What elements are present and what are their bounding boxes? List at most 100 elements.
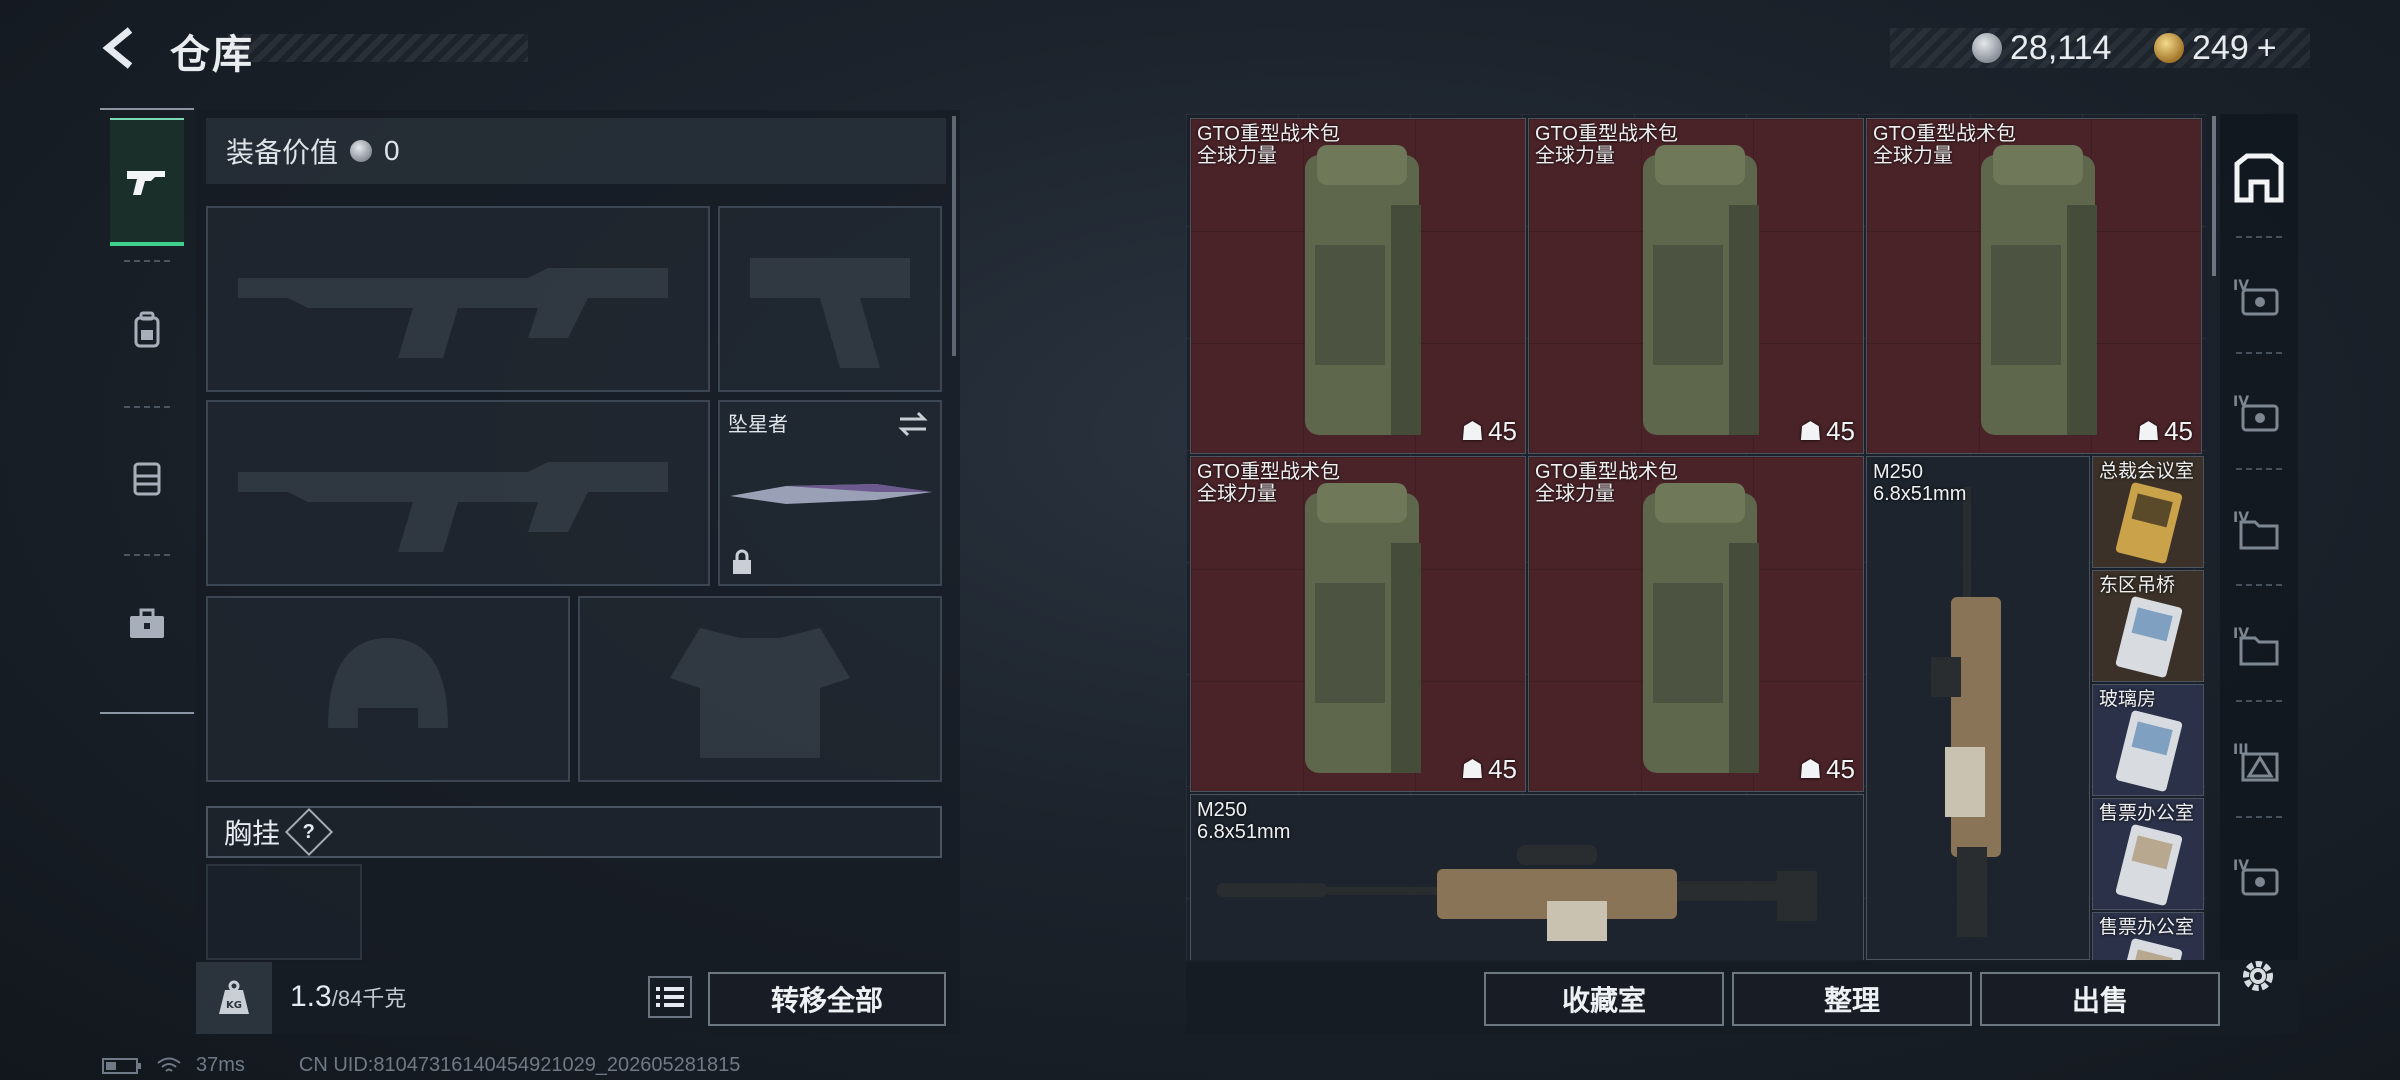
title-decoration (228, 34, 528, 62)
svg-text:IV: IV (2233, 278, 2249, 294)
gold-plus[interactable]: + (2257, 29, 2277, 68)
stash-item-backpack[interactable]: GTO重型战术包 全球力量 ☗ 45 (1190, 118, 1526, 454)
melee-item-name: 坠星者 (728, 414, 788, 436)
keycard-icon (2115, 482, 2183, 564)
chest-rig-label: 胸挂 (224, 818, 281, 849)
rifle-icon (127, 171, 165, 195)
item-count: ☗ 45 (1798, 416, 1855, 446)
rifle-silhouette-icon (238, 268, 668, 358)
item-count: ☗ 45 (1460, 754, 1517, 784)
chest-rig-header: 胸挂 ? (206, 806, 942, 858)
weight-readout: 1.3/84千克 (290, 980, 406, 1014)
filter-misc-iii[interactable]: III (2224, 706, 2294, 818)
category-rig[interactable] (110, 414, 184, 542)
keycard-filter-icon: IV (2233, 394, 2279, 432)
category-weapons[interactable] (110, 118, 184, 246)
loadout-scrollbar[interactable] (952, 116, 956, 356)
uid-readout: CN UID:810473161404549210​29_20260528181… (298, 1054, 741, 1076)
svg-text:KG: KG (226, 1000, 242, 1011)
svg-text:IV: IV (2233, 394, 2249, 410)
weight-icon: ☗ (1798, 754, 1823, 784)
stash-item-backpack[interactable]: GTO重型战术包 全球力量 ☗ 45 (1528, 118, 1864, 454)
stash-scrollbar[interactable] (2212, 116, 2216, 276)
item-count: ☗ 45 (1460, 416, 1517, 446)
filter-folder-iv[interactable]: IV (2224, 474, 2294, 586)
item-name: GTO重型战术包 全球力量 (1535, 461, 1678, 505)
secondary-weapon-slot[interactable] (206, 400, 710, 586)
equipment-value-bar: 装备价值 0 (206, 118, 946, 184)
equipment-value: 0 (384, 135, 400, 166)
weight-icon: ☗ (2136, 416, 2161, 446)
backpack-icon (1305, 483, 1421, 773)
backpack-icon (1981, 145, 2097, 435)
filter-safe[interactable] (2224, 122, 2294, 234)
gold-currency[interactable]: 249 + (2154, 28, 2277, 68)
helmet-slot[interactable] (206, 596, 570, 782)
backpack-icon (1305, 145, 1421, 435)
help-icon[interactable]: ? (284, 807, 334, 857)
settings-icon[interactable] (2236, 954, 2280, 1003)
filter-keycard-iv-2[interactable]: IV (2224, 358, 2294, 470)
ping-readout: 37ms (196, 1054, 245, 1076)
back-arrow-icon[interactable] (98, 26, 142, 70)
silver-coin-icon (1972, 33, 2002, 63)
filter-keycard-iv[interactable]: IV (2224, 242, 2294, 354)
stash-item-backpack[interactable]: GTO重型战术包 全球力量 ☗ 45 (1866, 118, 2202, 454)
category-toolbox[interactable] (110, 560, 184, 688)
keycard-icon (2115, 710, 2183, 792)
category-rail (100, 108, 194, 714)
stash-item-keycard[interactable]: 东区吊桥 (2092, 570, 2204, 682)
transfer-all-button[interactable]: 转移全部 (708, 972, 946, 1026)
weight-icon: ☗ (1460, 416, 1485, 446)
toolbox-icon (130, 608, 164, 638)
item-name: 总裁会议室 (2099, 461, 2195, 482)
rifle-silhouette-icon (238, 462, 668, 552)
primary-weapon-slot[interactable] (206, 206, 710, 392)
gold-amount: 249 (2192, 28, 2249, 67)
item-name: M250 6.8x51mm (1873, 461, 1967, 505)
triangle-filter-icon: III (2233, 742, 2279, 782)
keycard-icon (2115, 824, 2183, 906)
stash-item-backpack[interactable]: GTO重型战术包 全球力量 ☗ 45 (1528, 456, 1864, 792)
sell-button[interactable]: 出售 (1980, 972, 2220, 1026)
sort-button[interactable]: 整理 (1732, 972, 1972, 1026)
melee-slot[interactable]: 坠星者 (718, 400, 942, 586)
pistol-slot[interactable] (718, 206, 942, 392)
list-view-button[interactable] (648, 976, 692, 1018)
keycard-filter-icon: IV (2233, 858, 2279, 896)
item-name: GTO重型战术包 全球力量 (1535, 123, 1678, 167)
item-name: GTO重型战术包 全球力量 (1873, 123, 2016, 167)
stash-item-m250-horizontal[interactable]: M250 6.8x51mm (1190, 794, 1864, 960)
status-footer: 37ms CN UID:810473161404549210​29_202605… (102, 1054, 740, 1077)
stash-item-backpack[interactable]: GTO重型战术包 全球力量 ☗ 45 (1190, 456, 1526, 792)
svg-text:IV: IV (2233, 858, 2249, 874)
stash-item-keycard[interactable]: 总裁会议室 (2092, 456, 2204, 568)
lock-icon (733, 549, 751, 574)
filter-keycard-iv-3[interactable]: IV (2224, 822, 2294, 934)
collection-room-button[interactable]: 收藏室 (1484, 972, 1724, 1026)
stash-item-keycard[interactable]: 售票办公室 (2092, 912, 2204, 960)
filter-folder-iv-2[interactable]: IV (2224, 590, 2294, 702)
knife-icon (730, 484, 932, 504)
item-count: ☗ 45 (2136, 416, 2193, 446)
category-backpack[interactable] (110, 266, 184, 394)
weight-current: 1.3 (290, 980, 332, 1013)
battery-icon (102, 1057, 141, 1074)
item-name: M250 6.8x51mm (1197, 799, 1291, 843)
helmet-silhouette-icon (328, 638, 448, 728)
backpack-icon (134, 311, 160, 348)
silver-amount: 28,114 (2010, 28, 2112, 67)
chest-rig-slot[interactable] (206, 864, 362, 960)
item-name: GTO重型战术包 全球力量 (1197, 461, 1340, 505)
machine-gun-icon (1931, 487, 2001, 937)
stash-item-keycard[interactable]: 售票办公室 (2092, 798, 2204, 910)
armor-slot[interactable] (578, 596, 942, 782)
swap-icon[interactable] (896, 410, 930, 438)
item-name: 售票办公室 (2099, 803, 2195, 824)
weight-icon: ☗ (1460, 754, 1485, 784)
stash-item-m250-vertical[interactable]: M250 6.8x51mm (1866, 456, 2090, 960)
stash-item-keycard[interactable]: 玻璃房 (2092, 684, 2204, 796)
machine-gun-icon (1217, 845, 1817, 941)
folder-filter-icon: IV (2233, 626, 2279, 666)
stash-filter-rail: IV IV IV IV III IV (2220, 114, 2298, 960)
